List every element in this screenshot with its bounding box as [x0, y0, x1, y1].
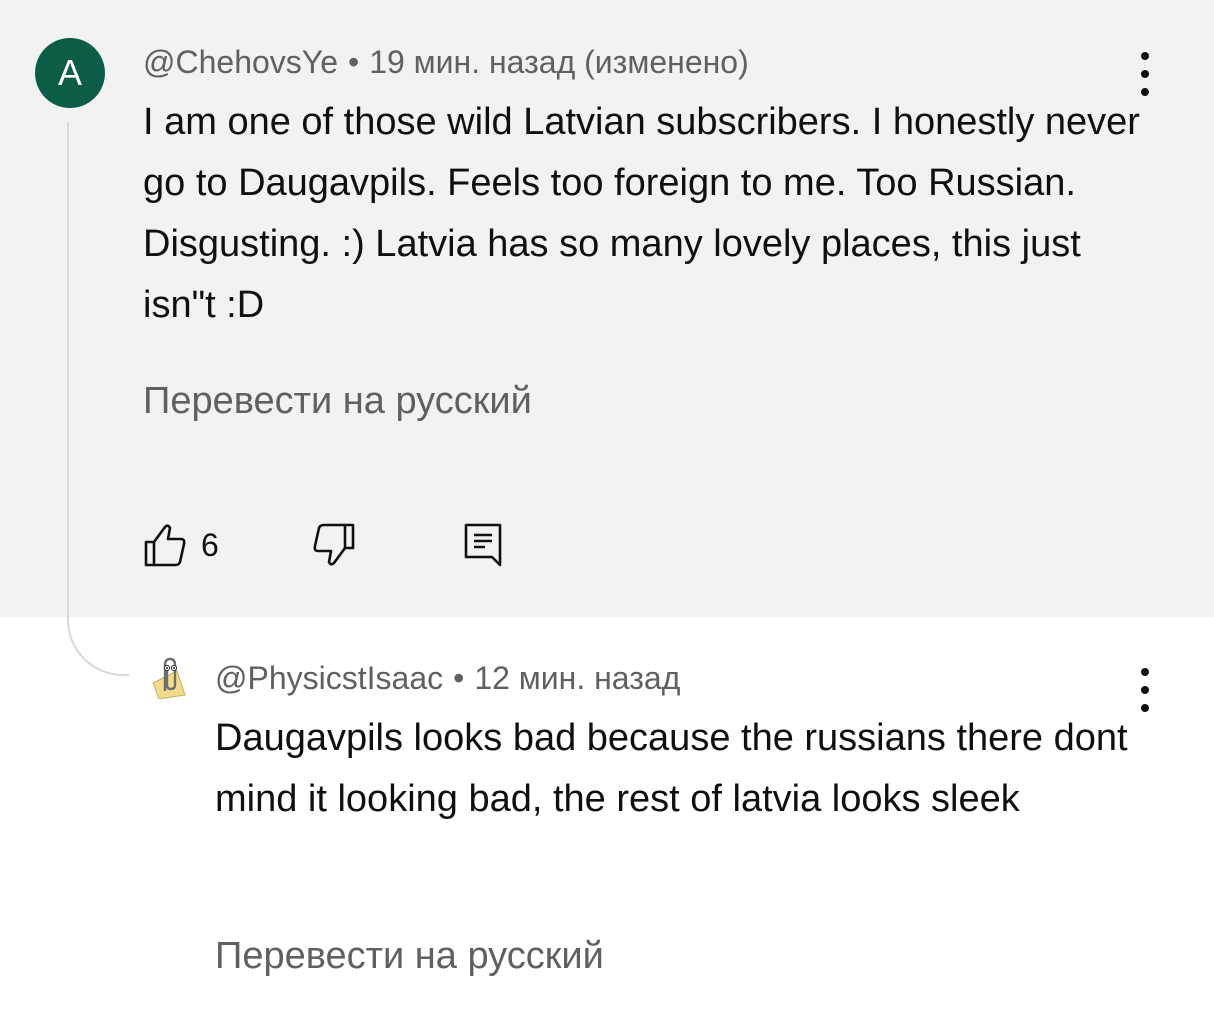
- reply-translate-button[interactable]: Перевести на русский: [215, 935, 604, 978]
- comment-author[interactable]: @ChehovsYe: [143, 44, 338, 80]
- comment-text: I am one of those wild Latvian subscribe…: [143, 101, 1140, 326]
- more-dot: [1141, 686, 1149, 694]
- meta-separator: •: [347, 44, 360, 80]
- reply-author[interactable]: @PhysicstIsaac: [215, 660, 443, 696]
- comment-more-button[interactable]: [1135, 52, 1155, 96]
- more-vertical-icon: [1141, 668, 1149, 676]
- like-button[interactable]: 6: [143, 522, 219, 568]
- more-dot: [1141, 70, 1149, 78]
- comment-time: 19 мин. назад (изменено): [369, 44, 749, 80]
- author-avatar[interactable]: A: [35, 38, 105, 108]
- reply-meta: @PhysicstIsaac • 12 мин. назад: [215, 660, 680, 697]
- comment-meta: @ChehovsYe • 19 мин. назад (изменено): [143, 44, 749, 81]
- reply-time: 12 мин. назад: [474, 660, 681, 696]
- reply-author-avatar[interactable]: [147, 655, 189, 700]
- reply-thread-line: [67, 122, 129, 676]
- avatar-letter: A: [57, 52, 82, 93]
- like-count: 6: [201, 526, 219, 563]
- paperclip-assistant-icon: [152, 657, 186, 700]
- dislike-button[interactable]: [312, 522, 356, 568]
- meta-separator: •: [453, 660, 465, 696]
- more-vertical-icon: [1141, 52, 1149, 60]
- thumb-up-icon: [144, 524, 186, 567]
- reply-text: Daugavpils looks bad because the russian…: [215, 717, 1128, 820]
- translate-button[interactable]: Перевести на русский: [143, 380, 532, 423]
- reply-button[interactable]: [463, 522, 503, 568]
- reply-more-button[interactable]: [1135, 668, 1155, 712]
- comments-page: A @ChehovsYe • 19 мин. назад (изменено) I …: [0, 0, 1214, 1019]
- thumb-down-icon: [313, 523, 355, 566]
- comment-reply-icon: [464, 523, 502, 567]
